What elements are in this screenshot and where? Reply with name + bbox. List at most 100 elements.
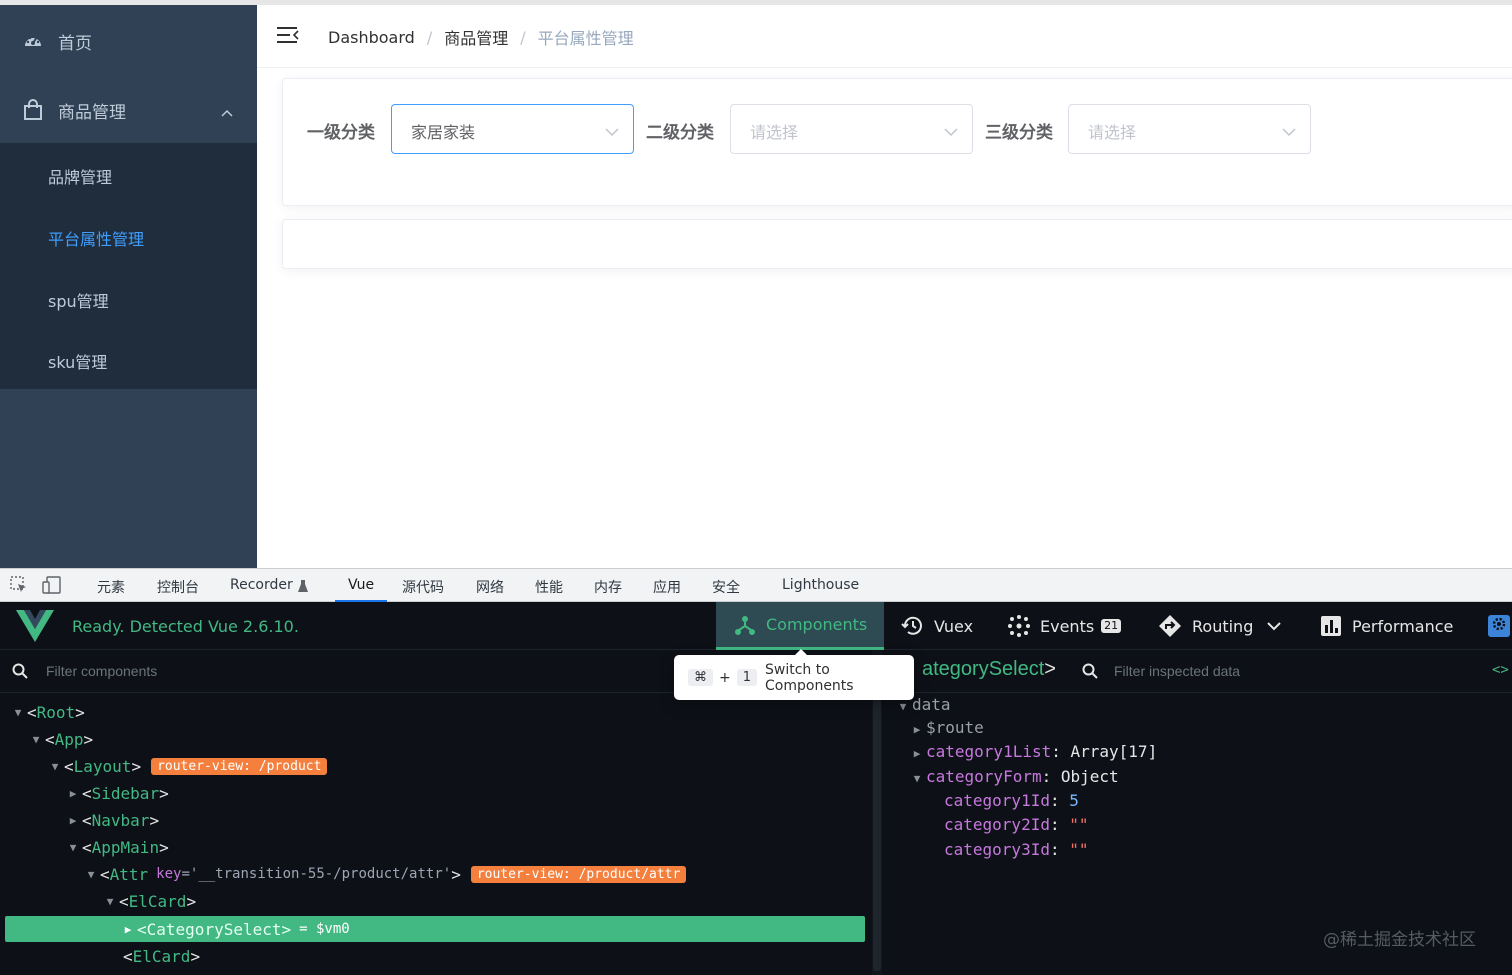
breadcrumb: Dashboard / 商品管理 / 平台属性管理 [328, 25, 634, 49]
tree-node-navbar[interactable]: ▶ < Navbar > [0, 807, 872, 833]
tree-node-elcard-2[interactable]: < ElCard > [0, 943, 872, 969]
expanded-triangle-icon[interactable]: ▼ [9, 706, 27, 719]
breadcrumb-goods[interactable]: 商品管理 [444, 25, 508, 49]
tab-security[interactable]: 安全 [712, 577, 740, 597]
devtools-tabbar: 元素 控制台 Recorder Vue 源代码 网络 性能 内存 应用 安全 L… [0, 568, 1512, 602]
plus-sign: + [719, 669, 731, 686]
level1-select[interactable]: 家居家装 [391, 104, 634, 154]
search-icon [1082, 663, 1098, 683]
vue-tab-components[interactable]: Components [716, 602, 884, 650]
gear-icon [1491, 616, 1507, 636]
expanded-triangle-icon[interactable]: ▼ [101, 895, 119, 908]
tag-open: < [100, 864, 110, 884]
tree-node-layout[interactable]: ▼ < Layout > router-view: /product [0, 753, 872, 779]
tag-close: > [190, 946, 201, 966]
sidebar-item-home[interactable]: 首页 [0, 16, 257, 66]
colon: : [1049, 791, 1070, 810]
vue-tab-events[interactable]: Events 21 [1008, 602, 1122, 650]
tooltip-caret [794, 649, 808, 656]
tab-lighthouse[interactable]: Lighthouse [782, 577, 859, 593]
tree-node-attr-key: key [156, 866, 182, 882]
tab-sources[interactable]: 源代码 [402, 577, 444, 597]
expanded-triangle-icon[interactable]: ▼ [82, 868, 100, 881]
tab-memory[interactable]: 内存 [594, 577, 622, 597]
sidebar-item-attr[interactable]: 平台属性管理 [48, 226, 144, 250]
tag-open: < [82, 810, 92, 830]
expanded-triangle-icon[interactable]: ▼ [64, 841, 82, 854]
level2-label: 二级分类 [646, 123, 714, 143]
breadcrumb-dashboard[interactable]: Dashboard [328, 28, 415, 47]
hamburger-icon[interactable] [277, 26, 299, 48]
expanded-triangle-icon[interactable]: ▼ [27, 733, 45, 746]
colon: : [1049, 840, 1070, 859]
collapsed-triangle-icon[interactable]: ▶ [908, 747, 926, 760]
tab-recorder[interactable]: Recorder [230, 577, 293, 593]
data-row-category1list[interactable]: ▶ category1List: Array[17] [908, 742, 1158, 761]
expanded-triangle-icon[interactable]: ▼ [908, 772, 926, 785]
tree-node-label: Sidebar [91, 783, 160, 803]
command-key: ⌘ [688, 669, 713, 686]
collapsed-triangle-icon[interactable]: ▶ [64, 814, 82, 827]
vue-tab-vuex[interactable]: Vuex [900, 602, 973, 650]
data-row-categoryform[interactable]: ▼ categoryForm: Object [908, 767, 1119, 786]
sidebar-item-goods[interactable]: 商品管理 [0, 82, 257, 138]
tab-vue[interactable]: Vue [348, 577, 374, 593]
attr-list-card [282, 219, 1512, 269]
tab-performance[interactable]: 性能 [535, 577, 563, 597]
settings-button[interactable] [1488, 615, 1510, 637]
data-value: "" [1069, 840, 1089, 859]
splitter-grip[interactable] [873, 656, 881, 971]
tag-close: > [159, 837, 169, 857]
tree-node-appmain[interactable]: ▼ < AppMain > [0, 834, 872, 860]
tab-elements[interactable]: 元素 [97, 577, 125, 597]
sidebar-item-brand[interactable]: 品牌管理 [48, 164, 112, 188]
number-key: 1 [736, 669, 758, 686]
sidebar-item-spu[interactable]: spu管理 [48, 288, 109, 312]
tree-node-elcard[interactable]: ▼ < ElCard > [0, 888, 872, 914]
tree-node-attr[interactable]: ▼ < Attr key ='__transition-55-/product/at… [0, 861, 872, 887]
collapsed-triangle-icon[interactable]: ▶ [908, 723, 926, 736]
colon: : [1051, 742, 1071, 761]
vue-tab-performance[interactable]: Performance [1320, 602, 1453, 650]
data-section-label: data [912, 695, 951, 714]
tree-node-categoryselect[interactable]: ▶ < CategorySelect > = $vm0 [5, 916, 865, 942]
tab-application[interactable]: 应用 [653, 577, 681, 597]
data-key: categoryForm [926, 767, 1042, 786]
colon: : [1041, 767, 1061, 786]
tree-node-label: Layout [73, 756, 132, 776]
sidebar-item-sku[interactable]: sku管理 [48, 349, 107, 373]
collapsed-triangle-icon[interactable]: ▶ [64, 787, 82, 800]
router-view-chip: router-view: /product/attr [470, 865, 687, 883]
device-toolbar-icon[interactable] [42, 576, 62, 598]
tree-node-app[interactable]: ▼ < App > [0, 726, 872, 752]
level1-select-value: 家居家装 [411, 123, 476, 142]
tree-node-sidebar[interactable]: ▶ < Sidebar > [0, 780, 872, 806]
data-row-route[interactable]: ▶ $route [908, 718, 984, 737]
data-row-category1id[interactable]: category1Id: 5 [944, 791, 1079, 810]
code-icon[interactable]: <> [1492, 662, 1509, 678]
sidebar-item-label: 商品管理 [58, 102, 126, 123]
expanded-triangle-icon[interactable]: ▼ [46, 760, 64, 773]
colon: : [1049, 815, 1070, 834]
inspect-element-icon[interactable] [10, 576, 28, 598]
component-filter-input[interactable] [46, 659, 646, 683]
level3-select[interactable]: 请选择 [1068, 104, 1311, 154]
expanded-triangle-icon[interactable]: ▼ [894, 700, 912, 713]
vue-tab-routing[interactable]: Routing [1158, 602, 1291, 650]
history-icon [900, 615, 924, 637]
level2-select[interactable]: 请选择 [730, 104, 973, 154]
data-value: "" [1069, 815, 1089, 834]
tab-console[interactable]: 控制台 [157, 577, 199, 597]
tag-open: < [123, 946, 133, 966]
switch-components-tooltip: ⌘ + 1 Switch to Components [674, 649, 914, 700]
data-row-category3id[interactable]: category3Id: "" [944, 840, 1089, 859]
vm-reference: = $vm0 [299, 921, 350, 937]
sidebar-top-line [0, 0, 257, 5]
tag-open: < [82, 837, 92, 857]
tree-node-root[interactable]: ▼ < Root > [0, 699, 872, 725]
data-row-category2id[interactable]: category2Id: "" [944, 815, 1089, 834]
shopping-bag-icon [22, 99, 44, 121]
inspector-filter-input[interactable] [1114, 659, 1454, 683]
collapsed-triangle-icon[interactable]: ▶ [119, 923, 137, 936]
tab-network[interactable]: 网络 [476, 577, 504, 597]
